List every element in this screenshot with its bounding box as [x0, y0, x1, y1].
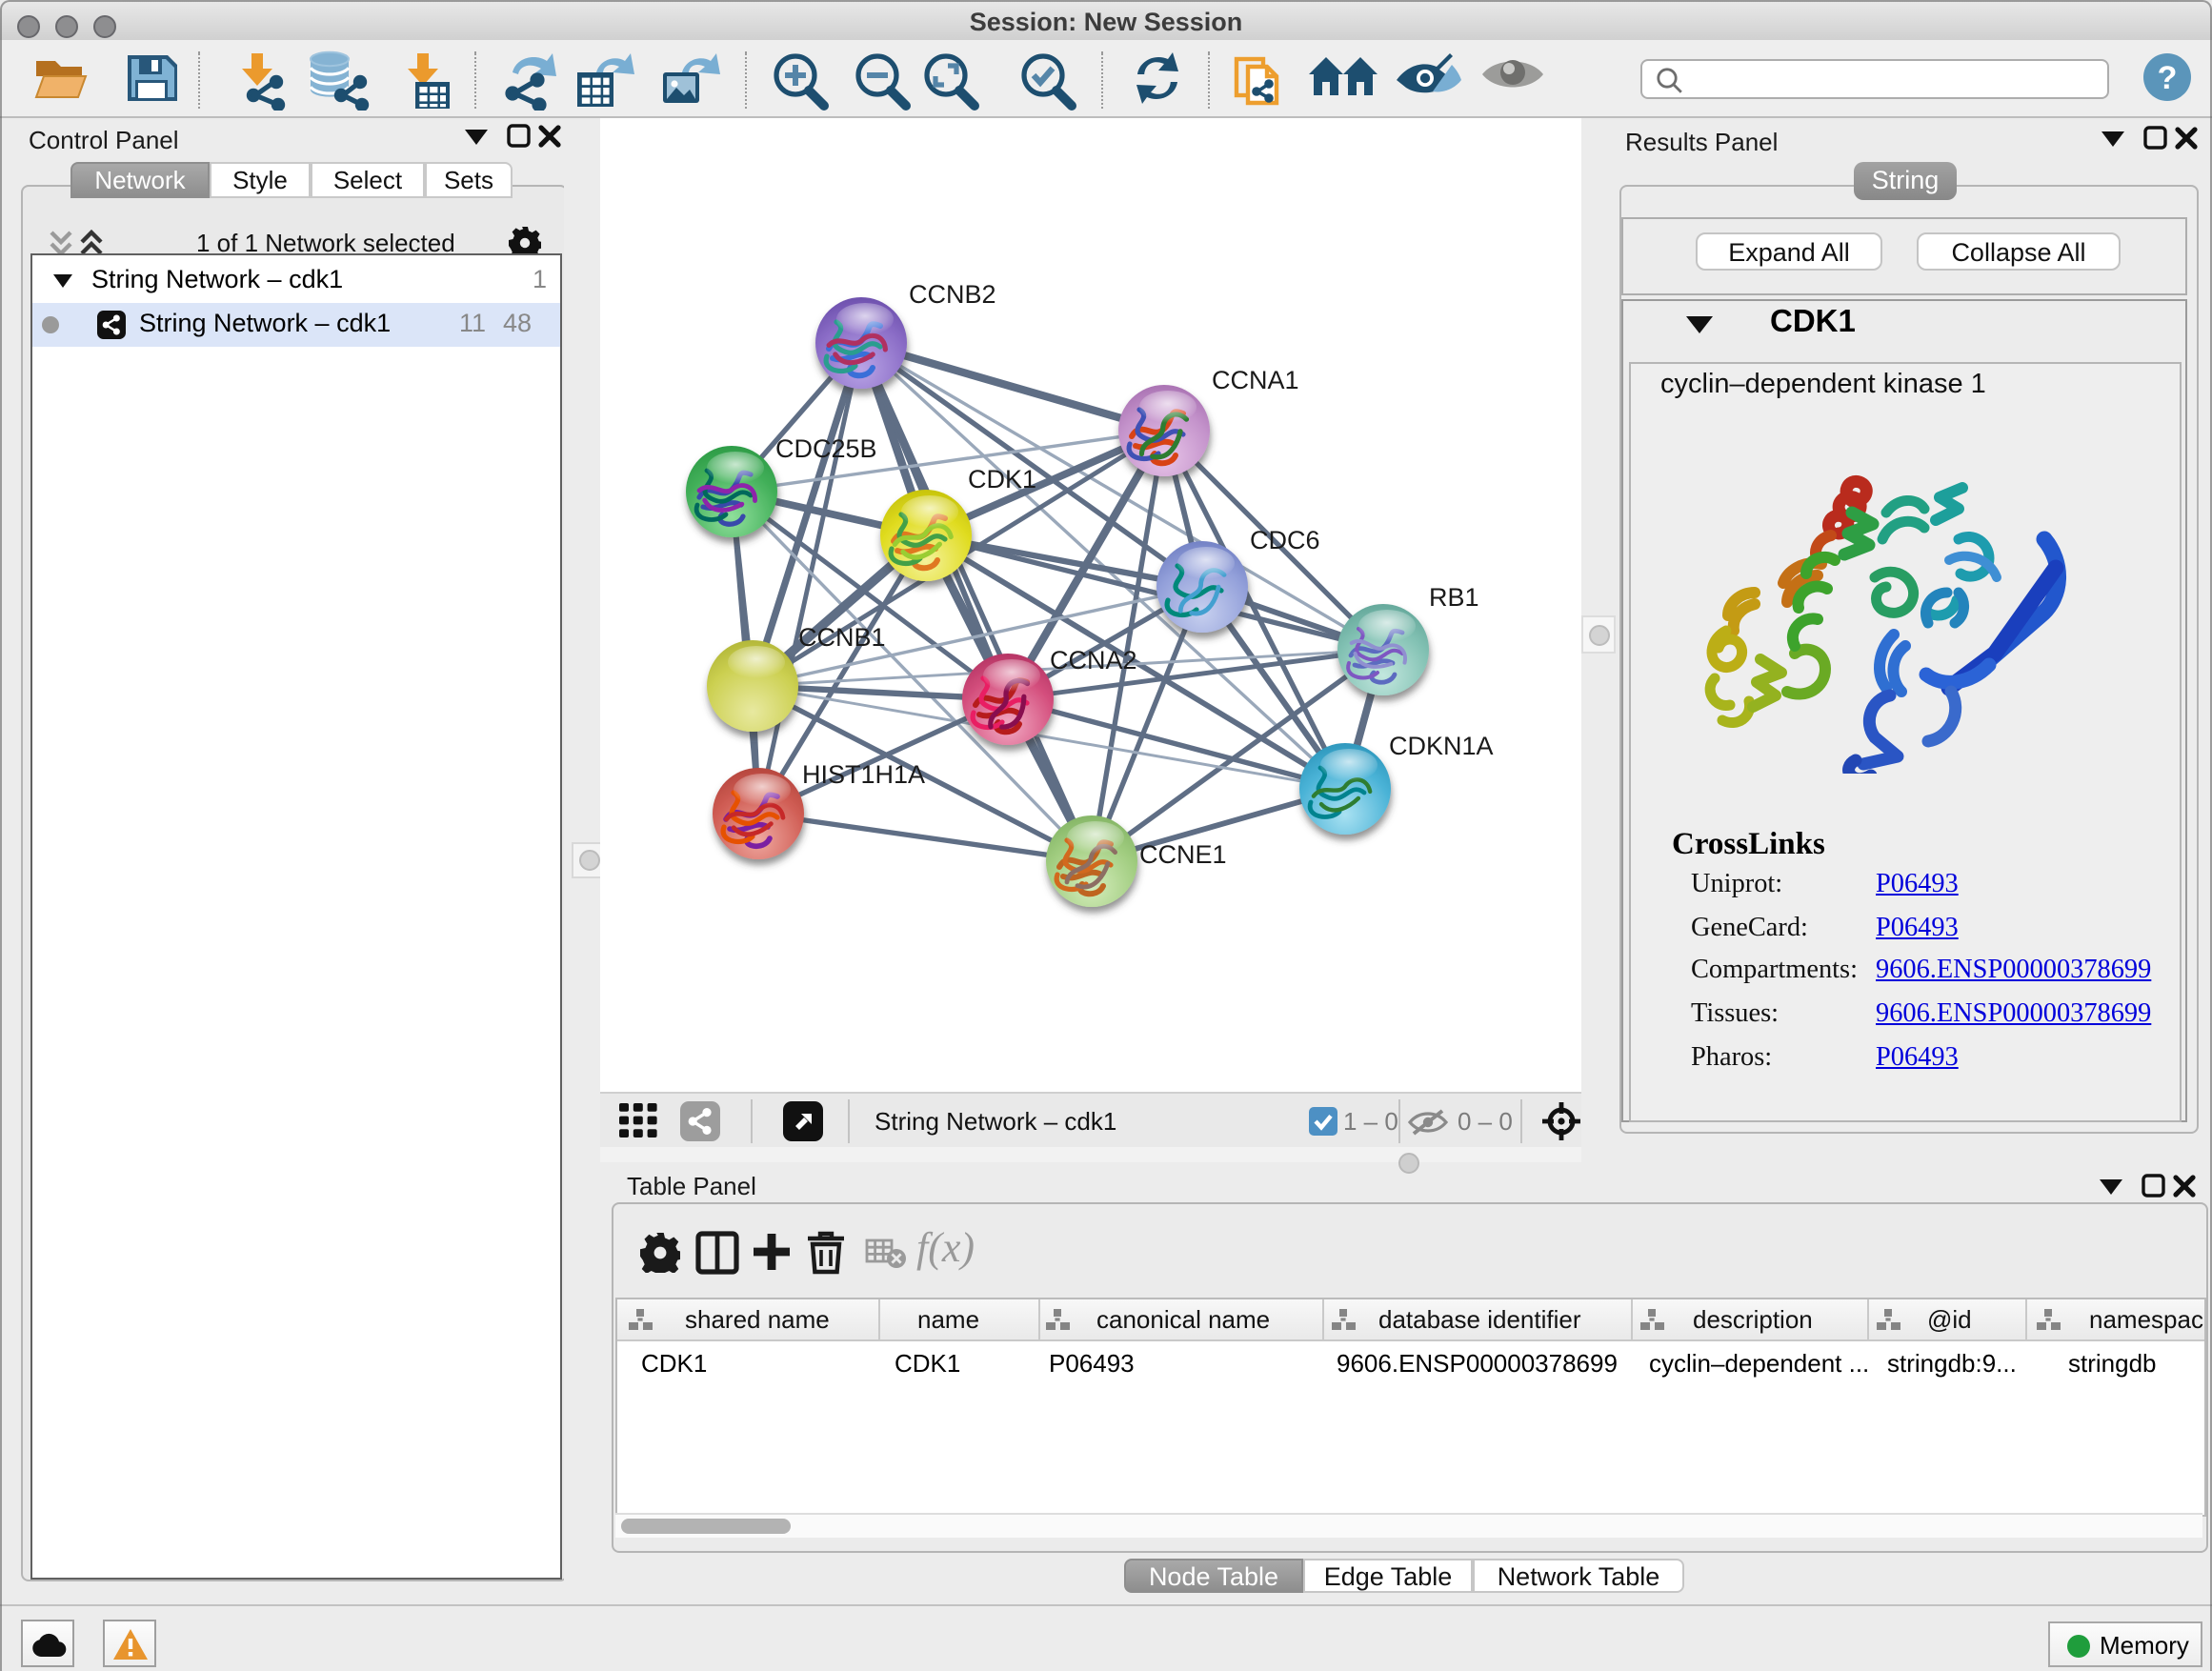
svg-text:CCNB1: CCNB1	[798, 623, 886, 652]
svg-text:CCNE1: CCNE1	[1139, 840, 1227, 869]
svg-text:CDKN1A: CDKN1A	[1389, 732, 1494, 760]
svg-text:CCNB2: CCNB2	[909, 280, 996, 309]
svg-text:CDC25B: CDC25B	[775, 434, 877, 463]
svg-text:CDC6: CDC6	[1250, 526, 1320, 554]
svg-text:CCNA1: CCNA1	[1212, 366, 1299, 394]
svg-text:?: ?	[2158, 60, 2178, 96]
svg-text:CCNA2: CCNA2	[1050, 646, 1137, 674]
svg-text:CDK1: CDK1	[968, 465, 1036, 493]
svg-text:RB1: RB1	[1429, 583, 1479, 612]
svg-text:HIST1H1A: HIST1H1A	[802, 760, 925, 789]
